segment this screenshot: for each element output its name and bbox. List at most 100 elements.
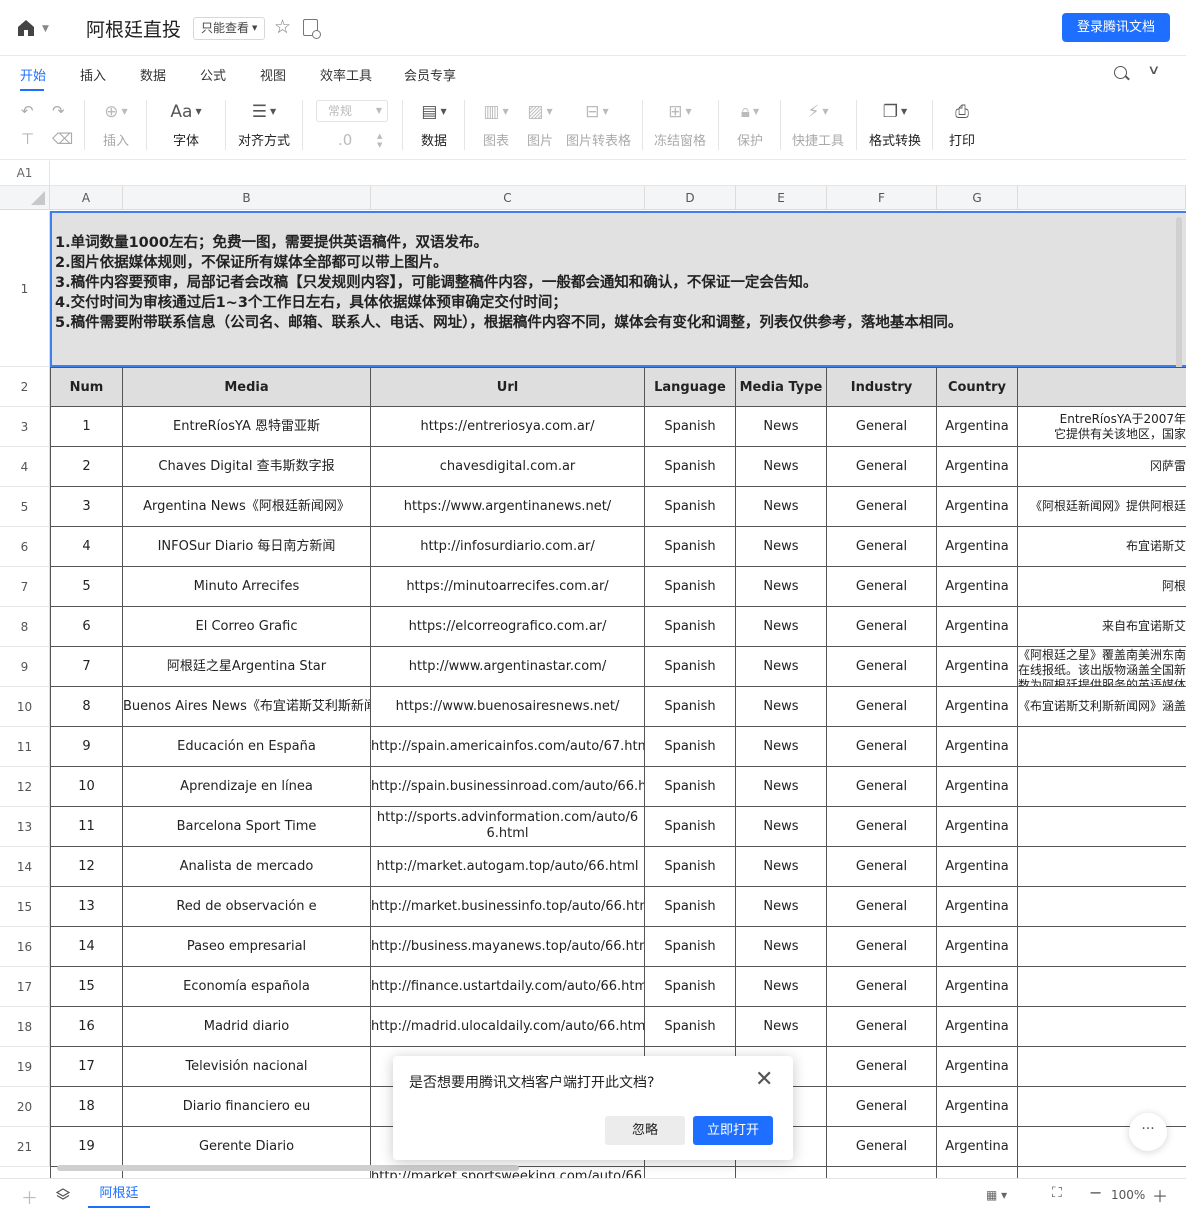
tab-view[interactable]: 视图 bbox=[260, 65, 286, 84]
cell-country[interactable]: Argentina bbox=[937, 887, 1018, 927]
cell-num[interactable]: 7 bbox=[50, 647, 123, 687]
new-document-icon[interactable] bbox=[303, 19, 321, 39]
row-header[interactable]: 4 bbox=[0, 447, 50, 487]
open-now-button[interactable]: 立即打开 bbox=[693, 1116, 773, 1145]
row-header[interactable]: 1 bbox=[0, 211, 50, 367]
align-button[interactable]: ☰ ▼ 对齐方式 bbox=[236, 92, 292, 160]
sheet-tab[interactable]: 阿根廷 bbox=[88, 1179, 150, 1208]
cell-url[interactable]: http://spain.americainfos.com/auto/67.ht… bbox=[371, 727, 645, 767]
undo-icon[interactable]: ↶ bbox=[21, 102, 34, 120]
column-header-a[interactable]: A bbox=[50, 186, 123, 210]
cell-language[interactable]: Spanish bbox=[645, 767, 736, 807]
quick-tools-button[interactable]: ⚡︎ ▼ 快捷工具 bbox=[792, 92, 844, 160]
column-header-g[interactable]: G bbox=[937, 186, 1018, 210]
clear-format-icon[interactable]: ⌫ bbox=[52, 130, 73, 148]
chart-button[interactable]: ▥ ▼ 图表 bbox=[476, 92, 516, 160]
column-header-extra[interactable] bbox=[1018, 186, 1186, 210]
view-mode-icon[interactable]: ▦ ▾ bbox=[986, 1188, 1007, 1202]
cell-country[interactable]: Argentina bbox=[937, 1127, 1018, 1167]
cell-language[interactable]: Spanish bbox=[645, 487, 736, 527]
row-header[interactable]: 19 bbox=[0, 1047, 50, 1087]
cell-country[interactable]: Argentina bbox=[937, 927, 1018, 967]
login-button[interactable]: 登录腾讯文档 bbox=[1062, 13, 1170, 42]
cell-media-type[interactable]: News bbox=[736, 607, 827, 647]
cell-num[interactable]: 15 bbox=[50, 967, 123, 1007]
cell-industry[interactable]: General bbox=[827, 527, 937, 567]
cell-reference[interactable]: A1 bbox=[0, 161, 50, 186]
cell-url[interactable]: https://elcorreografico.com.ar/ bbox=[371, 607, 645, 647]
cell-industry[interactable]: General bbox=[827, 847, 937, 887]
cell-num[interactable]: 10 bbox=[50, 767, 123, 807]
cell-description[interactable] bbox=[1018, 847, 1186, 887]
font-button[interactable]: Aa ▼ 字体 bbox=[164, 92, 208, 160]
row-header[interactable]: 21 bbox=[0, 1127, 50, 1167]
tab-insert[interactable]: 插入 bbox=[80, 65, 106, 84]
cell-country[interactable]: Argentina bbox=[937, 767, 1018, 807]
cell-country[interactable]: Argentina bbox=[937, 647, 1018, 687]
cell-media-type[interactable]: News bbox=[736, 687, 827, 727]
row-header[interactable]: 18 bbox=[0, 1007, 50, 1047]
cell-country[interactable]: Argentina bbox=[937, 567, 1018, 607]
cell-country[interactable]: Argentina bbox=[937, 1007, 1018, 1047]
cell-media-type[interactable]: News bbox=[736, 567, 827, 607]
cell-media[interactable]: Barcelona Sport Time bbox=[123, 807, 371, 847]
cell-industry[interactable]: General bbox=[827, 807, 937, 847]
cell-language[interactable]: Spanish bbox=[645, 887, 736, 927]
cell-description[interactable] bbox=[1018, 927, 1186, 967]
cell-description[interactable] bbox=[1018, 967, 1186, 1007]
format-convert-button[interactable]: ❐ ▼ 格式转换 bbox=[868, 92, 922, 160]
row-header[interactable]: 6 bbox=[0, 527, 50, 567]
cell-industry[interactable]: General bbox=[827, 1047, 937, 1087]
cell-url[interactable]: http://finance.ustartdaily.com/auto/66.h… bbox=[371, 967, 645, 1007]
cell-num[interactable]: 17 bbox=[50, 1047, 123, 1087]
format-painter-icon[interactable]: ⊤ bbox=[21, 130, 34, 148]
table-cell-partial[interactable] bbox=[645, 1167, 736, 1178]
row-header[interactable]: 5 bbox=[0, 487, 50, 527]
collapse-toolbar-icon[interactable]: ∨ bbox=[1147, 63, 1160, 78]
cell-country[interactable]: Argentina bbox=[937, 1047, 1018, 1087]
home-icon[interactable] bbox=[16, 18, 36, 38]
cell-language[interactable]: Spanish bbox=[645, 927, 736, 967]
cell-media[interactable]: Diario financiero eu bbox=[123, 1087, 371, 1127]
star-icon[interactable]: ☆ bbox=[274, 16, 291, 38]
cell-language[interactable]: Spanish bbox=[645, 967, 736, 1007]
cell-media[interactable]: EntreRíosYA 恩特雷亚斯 bbox=[123, 407, 371, 447]
cell-media[interactable]: Madrid diario bbox=[123, 1007, 371, 1047]
image-button[interactable]: ▨ ▼ 图片 bbox=[520, 92, 560, 160]
table-cell-partial[interactable] bbox=[1018, 1167, 1186, 1178]
cell-num[interactable]: 2 bbox=[50, 447, 123, 487]
cell-description[interactable]: 布宜诺斯艾 bbox=[1018, 527, 1186, 567]
column-header-c[interactable]: C bbox=[371, 186, 645, 210]
cell-num[interactable]: 4 bbox=[50, 527, 123, 567]
cell-media[interactable]: Argentina News《阿根廷新闻网》 bbox=[123, 487, 371, 527]
chevron-down-icon[interactable]: ▼ bbox=[42, 24, 49, 34]
cell-num[interactable]: 1 bbox=[50, 407, 123, 447]
header-media[interactable]: Media bbox=[123, 367, 371, 407]
insert-button[interactable]: ⊕ ▼ 插入 bbox=[96, 92, 136, 160]
cell-industry[interactable]: General bbox=[827, 567, 937, 607]
cell-industry[interactable]: General bbox=[827, 487, 937, 527]
cell-industry[interactable]: General bbox=[827, 1007, 937, 1047]
select-all-corner[interactable] bbox=[0, 186, 50, 210]
cell-media[interactable]: Chaves Digital 查韦斯数字报 bbox=[123, 447, 371, 487]
zoom-level[interactable]: 100% bbox=[1111, 1188, 1145, 1202]
cell-industry[interactable]: General bbox=[827, 1087, 937, 1127]
tab-formula[interactable]: 公式 bbox=[200, 65, 226, 84]
cell-url[interactable]: http://infosurdiario.com.ar/ bbox=[371, 527, 645, 567]
cell-country[interactable]: Argentina bbox=[937, 607, 1018, 647]
cell-media-type[interactable]: News bbox=[736, 727, 827, 767]
cell-media[interactable]: Analista de mercado bbox=[123, 847, 371, 887]
column-header-d[interactable]: D bbox=[645, 186, 736, 210]
add-sheet-icon[interactable]: ＋ bbox=[21, 1184, 38, 1209]
cell-description[interactable]: 《阿根廷新闻网》提供阿根廷 bbox=[1018, 487, 1186, 527]
cell-media-type[interactable]: News bbox=[736, 647, 827, 687]
cell-industry[interactable]: General bbox=[827, 647, 937, 687]
decimal-places[interactable]: .0 bbox=[338, 131, 352, 149]
row-header[interactable]: 10 bbox=[0, 687, 50, 727]
ignore-button[interactable]: 忽略 bbox=[605, 1116, 685, 1145]
row-header[interactable]: 14 bbox=[0, 847, 50, 887]
zoom-out-icon[interactable]: − bbox=[1089, 1183, 1102, 1202]
zoom-in-icon[interactable]: ＋ bbox=[1152, 1183, 1168, 1207]
cell-language[interactable]: Spanish bbox=[645, 847, 736, 887]
cell-url[interactable]: http://market.businessinfo.top/auto/66.h… bbox=[371, 887, 645, 927]
